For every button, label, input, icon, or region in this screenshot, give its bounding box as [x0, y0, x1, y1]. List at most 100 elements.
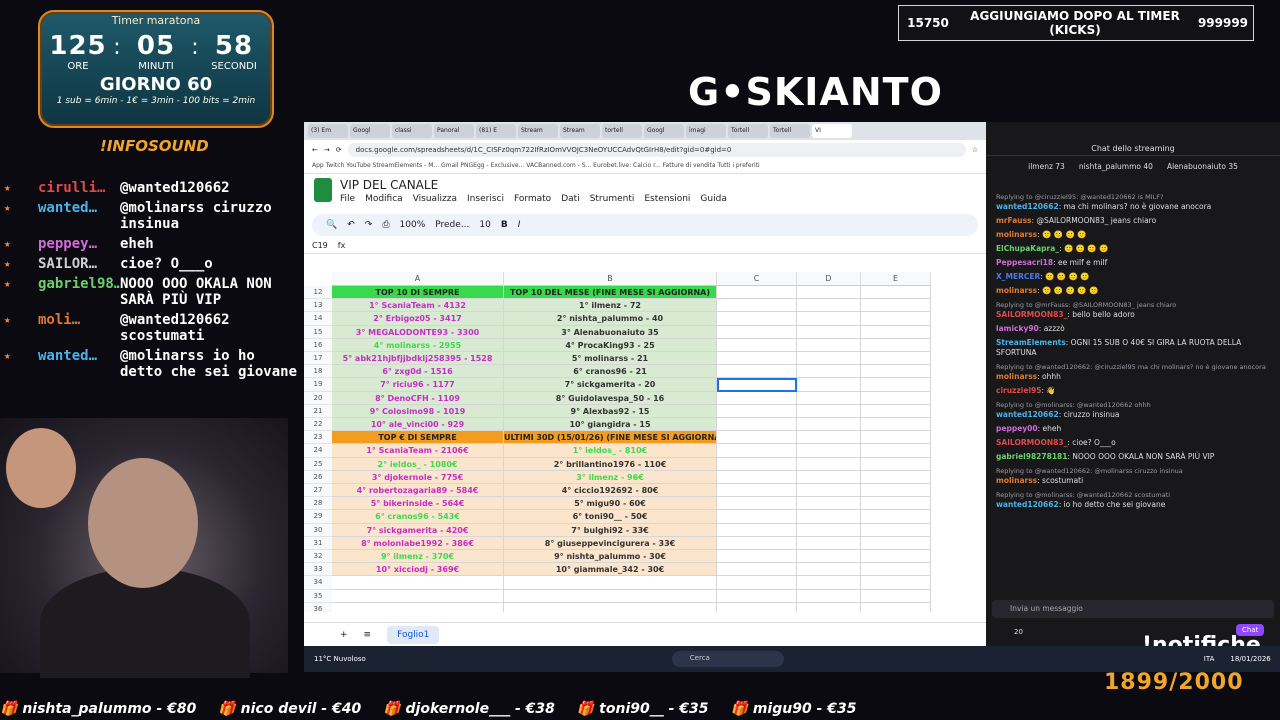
- url-input[interactable]: docs.google.com/spreadsheets/d/1C_CISFz0…: [347, 143, 966, 157]
- menu-item[interactable]: Modifica: [365, 194, 403, 204]
- row-header[interactable]: 31: [304, 536, 332, 550]
- sheet-cell[interactable]: [717, 536, 797, 550]
- browser-tab[interactable]: Stream: [518, 124, 558, 138]
- row-header[interactable]: 32: [304, 550, 332, 564]
- browser-tab[interactable]: Googl: [644, 124, 684, 138]
- sheet-cell[interactable]: 1° ScaniaTeam - 2106€: [332, 444, 504, 458]
- sheet-cell[interactable]: [717, 523, 797, 537]
- taskbar-search[interactable]: Cerca: [671, 651, 784, 667]
- sheet-cell[interactable]: [861, 352, 931, 366]
- sheet-cell[interactable]: [504, 602, 717, 612]
- sheet-cell[interactable]: [861, 404, 931, 418]
- sheet-cell[interactable]: 7° sickgamerita - 420€: [332, 523, 504, 537]
- sheet-cell[interactable]: [861, 418, 931, 432]
- sheet-cell[interactable]: 7° bulghi92 - 33€: [504, 523, 717, 537]
- sheet-cell[interactable]: [717, 510, 797, 524]
- sheet-cell[interactable]: 8° Guidolavespa_50 - 16: [504, 391, 717, 405]
- back-icon[interactable]: ←: [312, 146, 318, 154]
- chat-username[interactable]: SAILORMOON83_: [996, 310, 1067, 319]
- sheet-cell[interactable]: 2° brillantino1976 - 110€: [504, 457, 717, 471]
- sheet-cell[interactable]: [861, 444, 931, 458]
- browser-tab[interactable]: (3) Em: [308, 124, 348, 138]
- sheet-cell[interactable]: [717, 484, 797, 498]
- sheet-cell[interactable]: [717, 576, 797, 590]
- menu-item[interactable]: Estensioni: [644, 194, 690, 204]
- sheet-cell[interactable]: 4° molinarss - 2955: [332, 338, 504, 352]
- browser-tab[interactable]: classi: [392, 124, 432, 138]
- sheet-cell[interactable]: [717, 418, 797, 432]
- sheet-cell[interactable]: [717, 352, 797, 366]
- menu-item[interactable]: Inserisci: [467, 194, 504, 204]
- sheet-cell[interactable]: 4° ciccio192692 - 80€: [504, 484, 717, 498]
- sheet-cell[interactable]: [861, 299, 931, 313]
- sheet-cell[interactable]: [861, 497, 931, 511]
- sheet-cell[interactable]: [717, 602, 797, 612]
- sheet-cell[interactable]: 1° ScaniaTeam - 4132: [332, 299, 504, 313]
- browser-tab[interactable]: Panoral: [434, 124, 474, 138]
- sheet-cell[interactable]: 8° giuseppevincigurera - 33€: [504, 536, 717, 550]
- sheet-cell[interactable]: [797, 576, 861, 590]
- chat-username[interactable]: molinarss: [996, 286, 1037, 295]
- sheet-cell[interactable]: 8° DenoCFH - 1109: [332, 391, 504, 405]
- browser-tab[interactable]: imagi: [686, 124, 726, 138]
- redo-icon[interactable]: ↷: [365, 220, 373, 230]
- sheet-cell[interactable]: [797, 497, 861, 511]
- row-header[interactable]: 22: [304, 418, 332, 432]
- browser-tab[interactable]: Stream: [560, 124, 600, 138]
- sheet-cell[interactable]: [797, 510, 861, 524]
- row-header[interactable]: 26: [304, 470, 332, 484]
- row-header[interactable]: 25: [304, 457, 332, 471]
- weather-widget[interactable]: 11°C Nuvoloso: [314, 655, 366, 663]
- sheet-cell[interactable]: 9° ilmenz - 370€: [332, 550, 504, 564]
- sheet-cell[interactable]: [797, 484, 861, 498]
- doc-title[interactable]: VIP DEL CANALE: [340, 178, 727, 192]
- browser-tab[interactable]: Tortell: [728, 124, 768, 138]
- row-header[interactable]: 28: [304, 497, 332, 511]
- sheet-cell[interactable]: [797, 338, 861, 352]
- chat-username[interactable]: gabriel98278181: [996, 452, 1067, 461]
- sheet-cell[interactable]: 3° MEGALODONTE93 - 3300: [332, 325, 504, 339]
- sheet-cell[interactable]: 9° nishta_palummo - 30€: [504, 550, 717, 564]
- row-header[interactable]: 17: [304, 352, 332, 366]
- menu-item[interactable]: Formato: [514, 194, 551, 204]
- column-header[interactable]: D: [797, 272, 861, 286]
- sheet-cell[interactable]: 5° migu90 - 60€: [504, 497, 717, 511]
- sheet-cell[interactable]: 10° giammale_342 - 30€: [504, 563, 717, 577]
- sheet-cell[interactable]: [717, 338, 797, 352]
- sheet-cell[interactable]: 5° abk21hjbfjjbdklj258395 - 1528: [332, 352, 504, 366]
- sheet-cell[interactable]: [797, 470, 861, 484]
- font-size-input[interactable]: 10: [479, 220, 490, 230]
- sheet-cell[interactable]: 7° sickgamerita - 20: [504, 378, 717, 392]
- sheet-cell[interactable]: [717, 325, 797, 339]
- chat-username[interactable]: SAILORMOON83_: [996, 438, 1067, 447]
- sheet-cell[interactable]: 10° xicciodj - 369€: [332, 563, 504, 577]
- sheet-cell[interactable]: [332, 576, 504, 590]
- sheet-cell[interactable]: 9° Colosimo98 - 1019: [332, 404, 504, 418]
- sheet-cell[interactable]: [861, 576, 931, 590]
- sheet-cell[interactable]: [797, 418, 861, 432]
- sheet-cell[interactable]: [332, 602, 504, 612]
- row-header[interactable]: 20: [304, 391, 332, 405]
- sheet-cell[interactable]: [504, 589, 717, 603]
- sheet-cell[interactable]: [717, 312, 797, 326]
- row-header[interactable]: 24: [304, 444, 332, 458]
- browser-tab[interactable]: tortell: [602, 124, 642, 138]
- row-header[interactable]: 34: [304, 576, 332, 590]
- sheet-cell[interactable]: 2° Erbigoz05 - 3417: [332, 312, 504, 326]
- row-header[interactable]: 15: [304, 325, 332, 339]
- sheet-cell[interactable]: [861, 589, 931, 603]
- sheet-cell[interactable]: [717, 589, 797, 603]
- sheet-cell[interactable]: [797, 431, 861, 445]
- sheet-cell[interactable]: [861, 550, 931, 564]
- sheet-cell[interactable]: [861, 470, 931, 484]
- sheet-cell[interactable]: [861, 536, 931, 550]
- sheet-cell[interactable]: [861, 378, 931, 392]
- menu-item[interactable]: Strumenti: [590, 194, 635, 204]
- sheet-cell[interactable]: 5° bikerinside - 564€: [332, 497, 504, 511]
- row-header[interactable]: 33: [304, 563, 332, 577]
- sheet-cell[interactable]: [797, 457, 861, 471]
- sheet-cell[interactable]: [332, 589, 504, 603]
- sheet-cell[interactable]: [861, 312, 931, 326]
- sheet-cell[interactable]: 8° molonlabe1992 - 386€: [332, 536, 504, 550]
- sheet-cell[interactable]: [797, 378, 861, 392]
